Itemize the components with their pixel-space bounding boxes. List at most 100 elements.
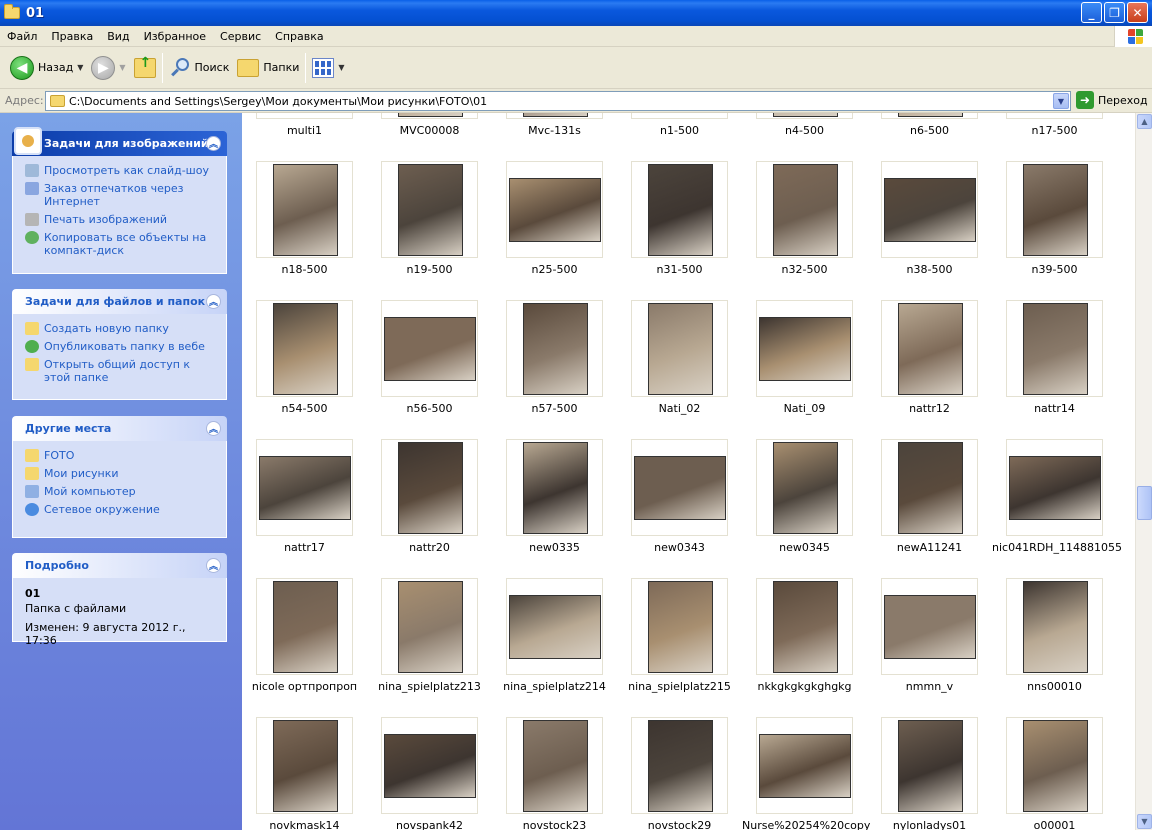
file-thumbnail[interactable]: new0345 xyxy=(742,113,867,830)
file-name-label[interactable]: n25-500 xyxy=(492,263,617,276)
thumbnail-frame[interactable] xyxy=(756,439,853,536)
thumbnail-frame[interactable] xyxy=(506,161,603,258)
file-name-label[interactable]: nns00010 xyxy=(992,680,1117,693)
file-name-label[interactable]: nattr12 xyxy=(867,402,992,415)
place-foto-link[interactable]: FOTO xyxy=(25,449,216,462)
collapse-icon[interactable]: ︽ xyxy=(206,136,221,151)
share-folder-link[interactable]: Открыть общий доступ к этой папке xyxy=(25,358,216,384)
search-button[interactable]: Поиск xyxy=(165,52,234,84)
file-name-label[interactable]: nylonladys01 xyxy=(867,819,992,830)
thumbnail-frame[interactable] xyxy=(881,113,978,119)
up-button[interactable]: ↑ xyxy=(130,52,160,84)
file-name-label[interactable]: novkmask14 xyxy=(242,819,367,830)
thumbnail-frame[interactable] xyxy=(381,113,478,119)
file-thumbnail[interactable]: n38-500 xyxy=(867,113,992,830)
file-name-label[interactable]: n39-500 xyxy=(992,263,1117,276)
file-thumbnail[interactable]: MVC00008 xyxy=(367,113,492,830)
file-thumbnail[interactable]: new0343 xyxy=(617,113,742,830)
file-name-label[interactable]: Mvc-131s xyxy=(492,124,617,137)
order-prints-link[interactable]: Заказ отпечатков через Интернет xyxy=(25,182,216,208)
file-thumbnail[interactable]: nina_spielplatz213 xyxy=(367,113,492,830)
file-thumbnail[interactable]: n56-500 xyxy=(367,113,492,830)
file-thumbnail[interactable]: n17-500 xyxy=(992,113,1117,830)
thumbnail-frame[interactable] xyxy=(631,161,728,258)
thumbnail-frame[interactable] xyxy=(506,717,603,814)
file-thumbnail[interactable]: nattr20 xyxy=(367,113,492,830)
thumbnail-frame[interactable] xyxy=(256,161,353,258)
thumbnail-frame[interactable] xyxy=(756,300,853,397)
file-thumbnail[interactable]: n57-500 xyxy=(492,113,617,830)
file-name-label[interactable]: newA11241 xyxy=(867,541,992,554)
place-my-computer-link[interactable]: Мой компьютер xyxy=(25,485,216,498)
file-name-label[interactable]: n57-500 xyxy=(492,402,617,415)
file-thumbnail[interactable]: n25-500 xyxy=(492,113,617,830)
file-name-label[interactable]: Nati_02 xyxy=(617,402,742,415)
file-name-label[interactable]: nina_spielplatz213 xyxy=(367,680,492,693)
copy-to-cd-link[interactable]: Копировать все объекты на компакт-диск xyxy=(25,231,216,257)
thumbnail-frame[interactable] xyxy=(381,439,478,536)
thumbnail-frame[interactable] xyxy=(631,717,728,814)
thumbnail-frame[interactable] xyxy=(881,161,978,258)
publish-web-link[interactable]: Опубликовать папку в вебе xyxy=(25,340,216,353)
thumbnail-frame[interactable] xyxy=(631,578,728,675)
thumbnail-frame[interactable] xyxy=(1006,717,1103,814)
file-name-label[interactable]: n1-500 xyxy=(617,124,742,137)
thumbnail-frame[interactable] xyxy=(881,439,978,536)
thumbnail-frame[interactable] xyxy=(381,578,478,675)
thumbnail-frame[interactable] xyxy=(381,161,478,258)
thumbnail-frame[interactable] xyxy=(506,113,603,119)
menu-tools[interactable]: Сервис xyxy=(213,30,268,43)
file-name-label[interactable]: n54-500 xyxy=(242,402,367,415)
collapse-icon[interactable]: ︽ xyxy=(206,558,221,573)
place-network-link[interactable]: Сетевое окружение xyxy=(25,503,216,516)
file-name-label[interactable]: n56-500 xyxy=(367,402,492,415)
menu-favorites[interactable]: Избранное xyxy=(137,30,213,43)
thumbnail-frame[interactable] xyxy=(1006,300,1103,397)
file-thumbnail[interactable]: n1-500 xyxy=(617,113,742,830)
file-thumbnail[interactable]: n19-500 xyxy=(367,113,492,830)
thumbnail-frame[interactable] xyxy=(256,300,353,397)
thumbnail-frame[interactable] xyxy=(506,439,603,536)
file-thumbnail[interactable]: novstock29 xyxy=(617,113,742,830)
file-thumbnail[interactable]: multi1 xyxy=(242,113,367,830)
file-thumbnail[interactable]: nkkgkgkgkghgkg xyxy=(742,113,867,830)
close-button[interactable]: ✕ xyxy=(1127,2,1148,23)
file-name-label[interactable]: Nati_09 xyxy=(742,402,867,415)
file-name-label[interactable]: novstock23 xyxy=(492,819,617,830)
scroll-up-icon[interactable]: ▲ xyxy=(1137,114,1152,129)
file-thumbnail[interactable]: nic041RDH_114881055 xyxy=(992,113,1122,830)
thumbnail-frame[interactable] xyxy=(881,578,978,675)
file-thumbnail[interactable]: nattr12 xyxy=(867,113,992,830)
file-thumbnail[interactable]: Nati_09 xyxy=(742,113,867,830)
thumbnail-frame[interactable] xyxy=(1006,113,1103,119)
file-name-label[interactable]: n31-500 xyxy=(617,263,742,276)
file-thumbnail[interactable]: n31-500 xyxy=(617,113,742,830)
file-name-label[interactable]: nkkgkgkgkghgkg xyxy=(742,680,867,693)
vertical-scrollbar[interactable]: ▲ ▼ xyxy=(1135,113,1152,830)
menu-edit[interactable]: Правка xyxy=(44,30,100,43)
file-thumbnail[interactable]: nina_spielplatz215 xyxy=(617,113,742,830)
address-input[interactable]: C:\Documents and Settings\Sergey\Мои док… xyxy=(45,91,1071,111)
views-button[interactable]: ▼ xyxy=(308,52,348,84)
details-header[interactable]: Подробно ︽ xyxy=(12,553,227,578)
file-thumbnail[interactable]: nattr14 xyxy=(992,113,1117,830)
place-my-pictures-link[interactable]: Мои рисунки xyxy=(25,467,216,480)
file-thumbnail[interactable]: nmmn_v xyxy=(867,113,992,830)
file-name-label[interactable]: n4-500 xyxy=(742,124,867,137)
file-thumbnail[interactable]: o00001 xyxy=(992,113,1117,830)
file-name-label[interactable]: n17-500 xyxy=(992,124,1117,137)
file-name-label[interactable]: nicole ортпропроп xyxy=(242,680,367,693)
menu-help[interactable]: Справка xyxy=(268,30,330,43)
file-thumbnail[interactable]: new0335 xyxy=(492,113,617,830)
file-name-label[interactable]: new0335 xyxy=(492,541,617,554)
minimize-button[interactable]: _ xyxy=(1081,2,1102,23)
other-places-header[interactable]: Другие места ︽ xyxy=(12,416,227,441)
file-name-label[interactable]: o00001 xyxy=(992,819,1117,830)
file-name-label[interactable]: nmmn_v xyxy=(867,680,992,693)
back-button[interactable]: ◀ Назад ▼ xyxy=(6,52,87,84)
file-name-label[interactable]: n38-500 xyxy=(867,263,992,276)
collapse-icon[interactable]: ︽ xyxy=(206,421,221,436)
file-name-label[interactable]: nina_spielplatz215 xyxy=(617,680,742,693)
file-thumbnail[interactable]: Nurse%20254%20copy xyxy=(742,113,870,830)
file-thumbnail[interactable]: nattr17 xyxy=(242,113,367,830)
